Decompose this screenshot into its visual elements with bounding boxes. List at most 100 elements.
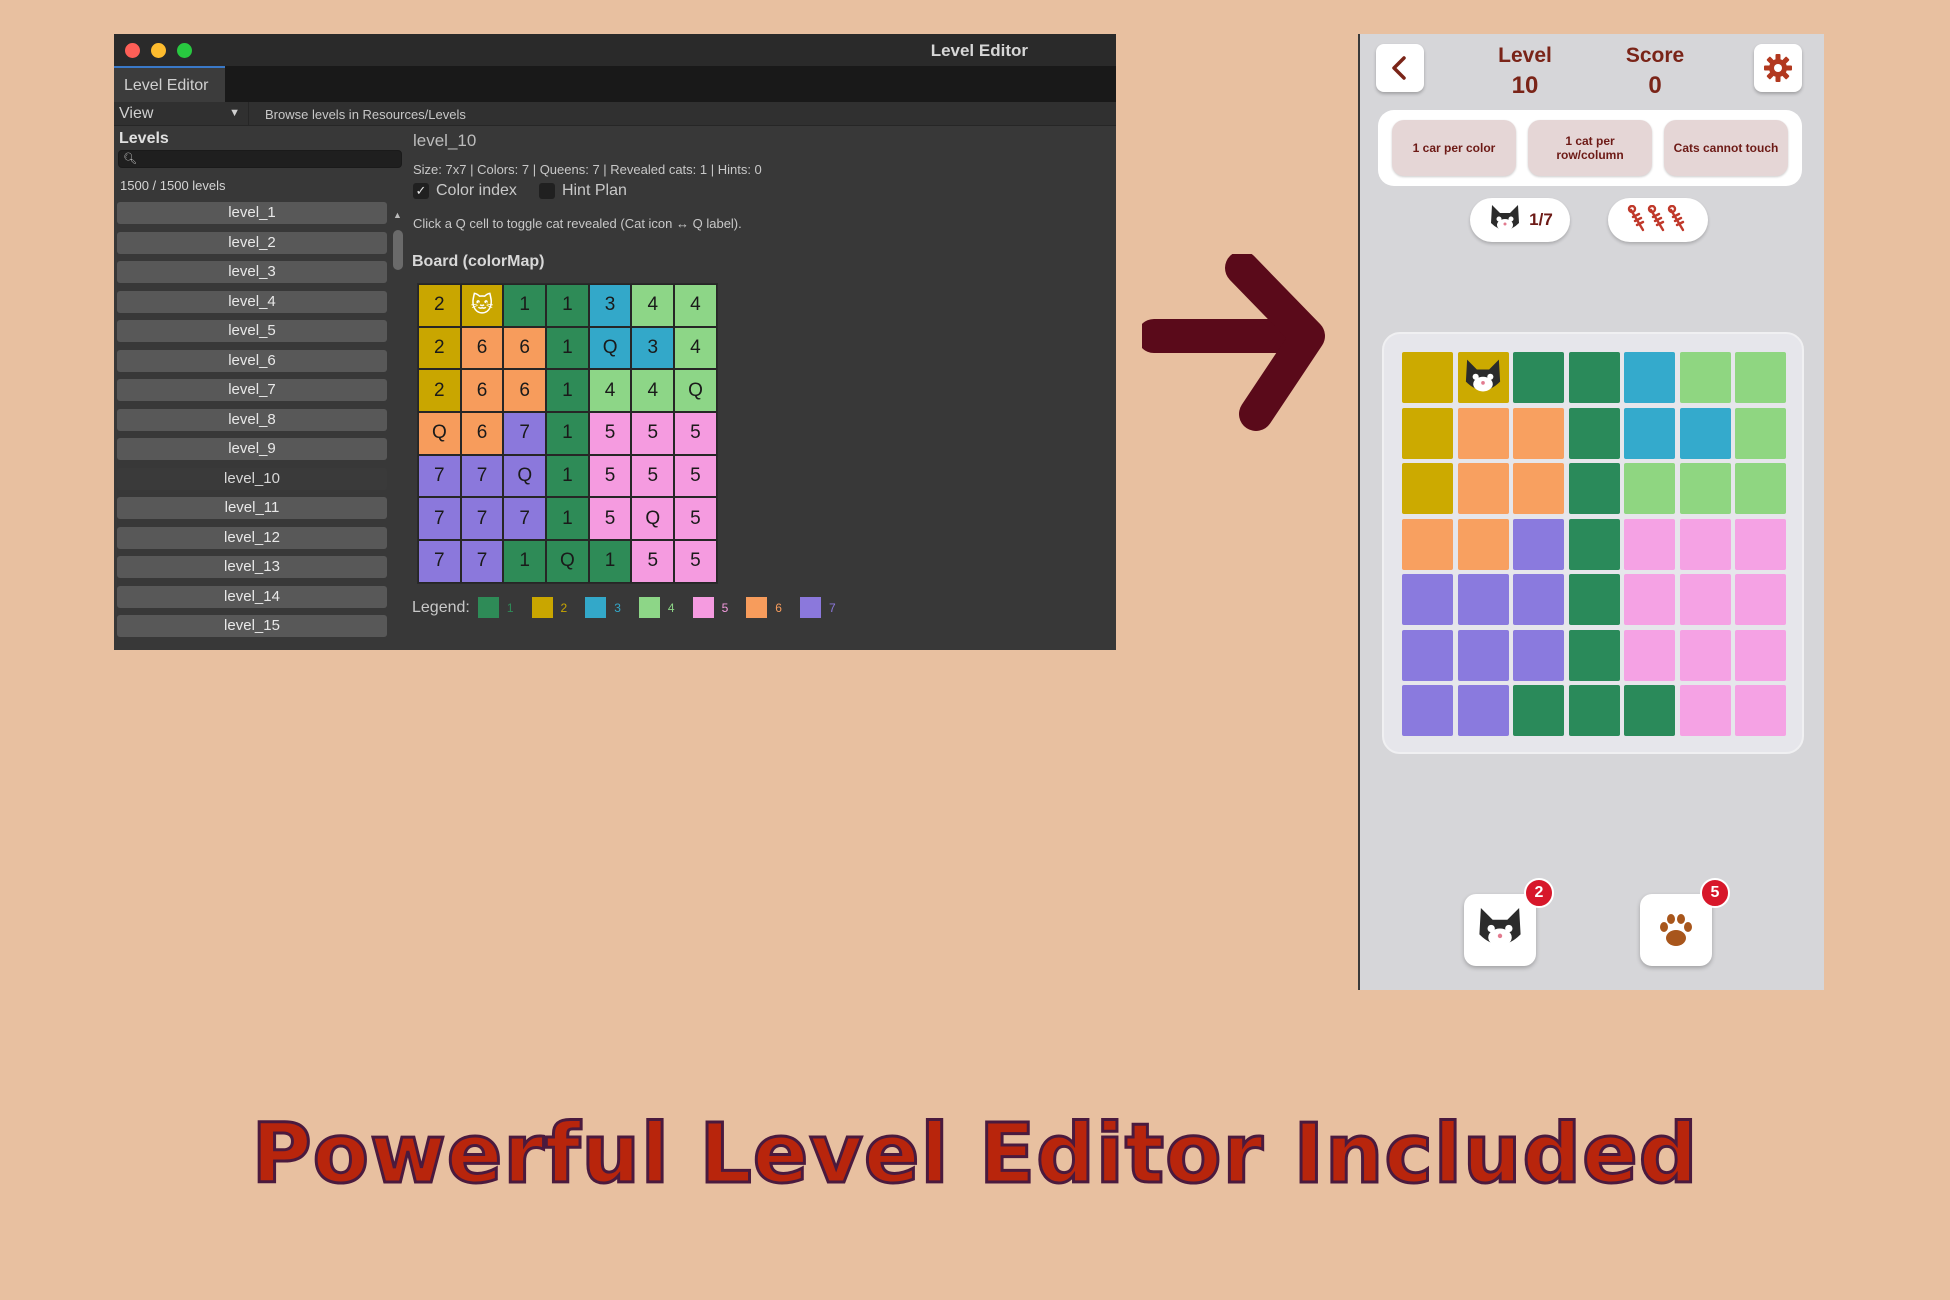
board-cell[interactable]: 5 bbox=[674, 497, 717, 541]
board-cell[interactable]: 5 bbox=[674, 412, 717, 455]
board-cell[interactable]: 1 bbox=[503, 540, 547, 583]
game-board-cell[interactable] bbox=[1568, 685, 1620, 736]
game-board-cell[interactable] bbox=[1735, 685, 1786, 736]
game-board-cell[interactable] bbox=[1735, 574, 1786, 625]
board-cell[interactable]: 6 bbox=[460, 369, 504, 413]
board-cell[interactable]: 1 bbox=[503, 284, 547, 327]
game-board-cell[interactable] bbox=[1735, 518, 1786, 570]
reveal-cat-hint-button[interactable]: 2 bbox=[1464, 878, 1554, 966]
game-board-cell[interactable] bbox=[1402, 463, 1453, 514]
paw-hint-button[interactable]: 5 bbox=[1640, 878, 1730, 966]
game-board-cell[interactable] bbox=[1457, 463, 1509, 514]
board-cell[interactable]: 6 bbox=[503, 326, 547, 370]
game-board-cell[interactable] bbox=[1457, 518, 1509, 570]
board-cell[interactable]: 5 bbox=[631, 412, 675, 455]
game-board-cell[interactable] bbox=[1568, 629, 1620, 681]
game-board-cell[interactable] bbox=[1568, 574, 1620, 625]
board-cell[interactable]: 4 bbox=[588, 369, 632, 413]
game-board-cell[interactable] bbox=[1679, 629, 1731, 681]
game-board-cell[interactable] bbox=[1513, 463, 1564, 514]
game-board-cell[interactable] bbox=[1624, 463, 1675, 514]
board-cell[interactable]: 7 bbox=[418, 454, 461, 498]
close-window-button[interactable] bbox=[125, 43, 140, 58]
game-board-cell[interactable] bbox=[1624, 685, 1675, 736]
game-board-cell[interactable] bbox=[1457, 352, 1509, 403]
game-board-cell[interactable] bbox=[1568, 407, 1620, 459]
level-list-item[interactable]: level_8 bbox=[117, 408, 387, 431]
board-cell[interactable]: 6 bbox=[503, 369, 547, 413]
levels-search-input[interactable]: 🔍︎ bbox=[118, 150, 402, 168]
board-cell[interactable]: 7 bbox=[418, 497, 461, 541]
game-board-cell[interactable] bbox=[1402, 352, 1453, 403]
game-board-cell[interactable] bbox=[1679, 685, 1731, 736]
game-board-cell[interactable] bbox=[1457, 574, 1509, 625]
board-cell[interactable]: 1 bbox=[546, 284, 589, 327]
board-cell[interactable]: Q bbox=[588, 326, 632, 370]
game-board-cell[interactable] bbox=[1402, 407, 1453, 459]
game-board-cell[interactable] bbox=[1624, 352, 1675, 403]
level-list-item[interactable]: level_10 bbox=[117, 467, 387, 490]
level-list-item[interactable]: level_13 bbox=[117, 556, 387, 578]
game-board-cell[interactable] bbox=[1624, 574, 1675, 625]
game-board-cell[interactable] bbox=[1679, 574, 1731, 625]
board-cell[interactable]: 3 bbox=[588, 284, 632, 327]
game-board-cell[interactable] bbox=[1679, 518, 1731, 570]
game-board-cell[interactable] bbox=[1457, 685, 1509, 736]
level-list-item[interactable]: level_5 bbox=[117, 320, 387, 342]
color-index-checkbox[interactable]: ✓ bbox=[413, 183, 429, 199]
maximize-window-button[interactable] bbox=[177, 43, 192, 58]
game-board-cell[interactable] bbox=[1568, 518, 1620, 570]
level-list-item[interactable]: level_3 bbox=[117, 261, 387, 283]
scroll-thumb[interactable] bbox=[393, 230, 403, 270]
board-cell[interactable]: Q bbox=[674, 369, 717, 413]
level-list-item[interactable]: level_9 bbox=[117, 438, 387, 460]
game-board-cell[interactable] bbox=[1679, 407, 1731, 459]
board-cell[interactable]: 4 bbox=[674, 326, 717, 370]
board-cell[interactable]: 4 bbox=[631, 369, 675, 413]
board-cell[interactable]: 2 bbox=[418, 326, 461, 370]
level-list-item[interactable]: level_7 bbox=[117, 379, 387, 401]
level-list-item[interactable]: level_14 bbox=[117, 585, 387, 608]
level-list-item[interactable]: level_12 bbox=[117, 526, 387, 549]
game-board-cell[interactable] bbox=[1513, 574, 1564, 625]
board-cell[interactable]: 1 bbox=[546, 454, 589, 498]
level-list-item[interactable]: level_11 bbox=[117, 497, 387, 519]
board-cell[interactable]: 7 bbox=[418, 540, 461, 583]
level-list-item[interactable]: level_15 bbox=[117, 615, 387, 637]
game-board-cell[interactable] bbox=[1402, 685, 1453, 736]
board-cell[interactable]: 1 bbox=[546, 497, 589, 541]
board-cell[interactable]: Q bbox=[503, 454, 547, 498]
board-cell[interactable]: 1 bbox=[546, 326, 589, 370]
board-cell[interactable]: 7 bbox=[503, 497, 547, 541]
game-board-cell[interactable] bbox=[1513, 518, 1564, 570]
board-cell[interactable]: 5 bbox=[631, 454, 675, 498]
game-board-cell[interactable] bbox=[1624, 518, 1675, 570]
board-cell[interactable]: 5 bbox=[674, 454, 717, 498]
board-cell[interactable]: 6 bbox=[460, 326, 504, 370]
board-cell[interactable]: 2 bbox=[418, 369, 461, 413]
board-cell[interactable]: 5 bbox=[588, 412, 632, 455]
board-cell[interactable]: 7 bbox=[460, 454, 504, 498]
level-list-item[interactable]: level_1 bbox=[117, 202, 387, 224]
board-cell[interactable]: 7 bbox=[460, 540, 504, 583]
board-cell[interactable]: 1 bbox=[588, 540, 632, 583]
game-board-cell[interactable] bbox=[1568, 463, 1620, 514]
board-cell[interactable]: 7 bbox=[460, 497, 504, 541]
game-board-cell[interactable] bbox=[1513, 629, 1564, 681]
board-cell[interactable]: Q bbox=[418, 412, 461, 455]
board-cell[interactable]: 5 bbox=[674, 540, 717, 583]
board-cell[interactable]: 1 bbox=[546, 412, 589, 455]
level-list-item[interactable]: level_4 bbox=[117, 290, 387, 313]
game-board-cell[interactable] bbox=[1624, 407, 1675, 459]
board-cell[interactable]: Q bbox=[546, 540, 589, 583]
game-board-cell[interactable] bbox=[1513, 352, 1564, 403]
game-board-cell[interactable] bbox=[1679, 352, 1731, 403]
board-cell[interactable]: 4 bbox=[631, 284, 675, 327]
game-board-cell[interactable] bbox=[1624, 629, 1675, 681]
level-list-item[interactable]: level_2 bbox=[117, 231, 387, 254]
board-cell[interactable]: 5 bbox=[588, 454, 632, 498]
board-cell[interactable]: 5 bbox=[631, 540, 675, 583]
game-board-cell[interactable] bbox=[1402, 574, 1453, 625]
board-cell[interactable]: 5 bbox=[588, 497, 632, 541]
game-board-cell[interactable] bbox=[1735, 629, 1786, 681]
